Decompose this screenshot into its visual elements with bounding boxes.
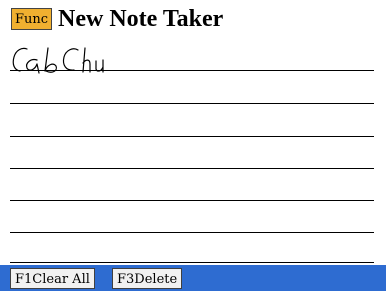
ruled-line [10, 136, 374, 137]
softkey-bar: F1Clear All F3Delete [0, 265, 386, 291]
ruled-line [10, 70, 374, 71]
ruled-line [10, 200, 374, 201]
ruled-line [10, 232, 374, 233]
func-button[interactable]: Func [11, 8, 53, 30]
ruled-line [10, 103, 374, 104]
page-title: New Note Taker [58, 6, 224, 32]
delete-button[interactable]: F3Delete [112, 268, 183, 289]
handwriting-area[interactable] [0, 40, 386, 265]
ruled-line [10, 262, 374, 263]
clear-all-button[interactable]: F1Clear All [10, 268, 95, 289]
ruled-line [10, 168, 374, 169]
title-bar: Func New Note Taker [0, 0, 386, 41]
